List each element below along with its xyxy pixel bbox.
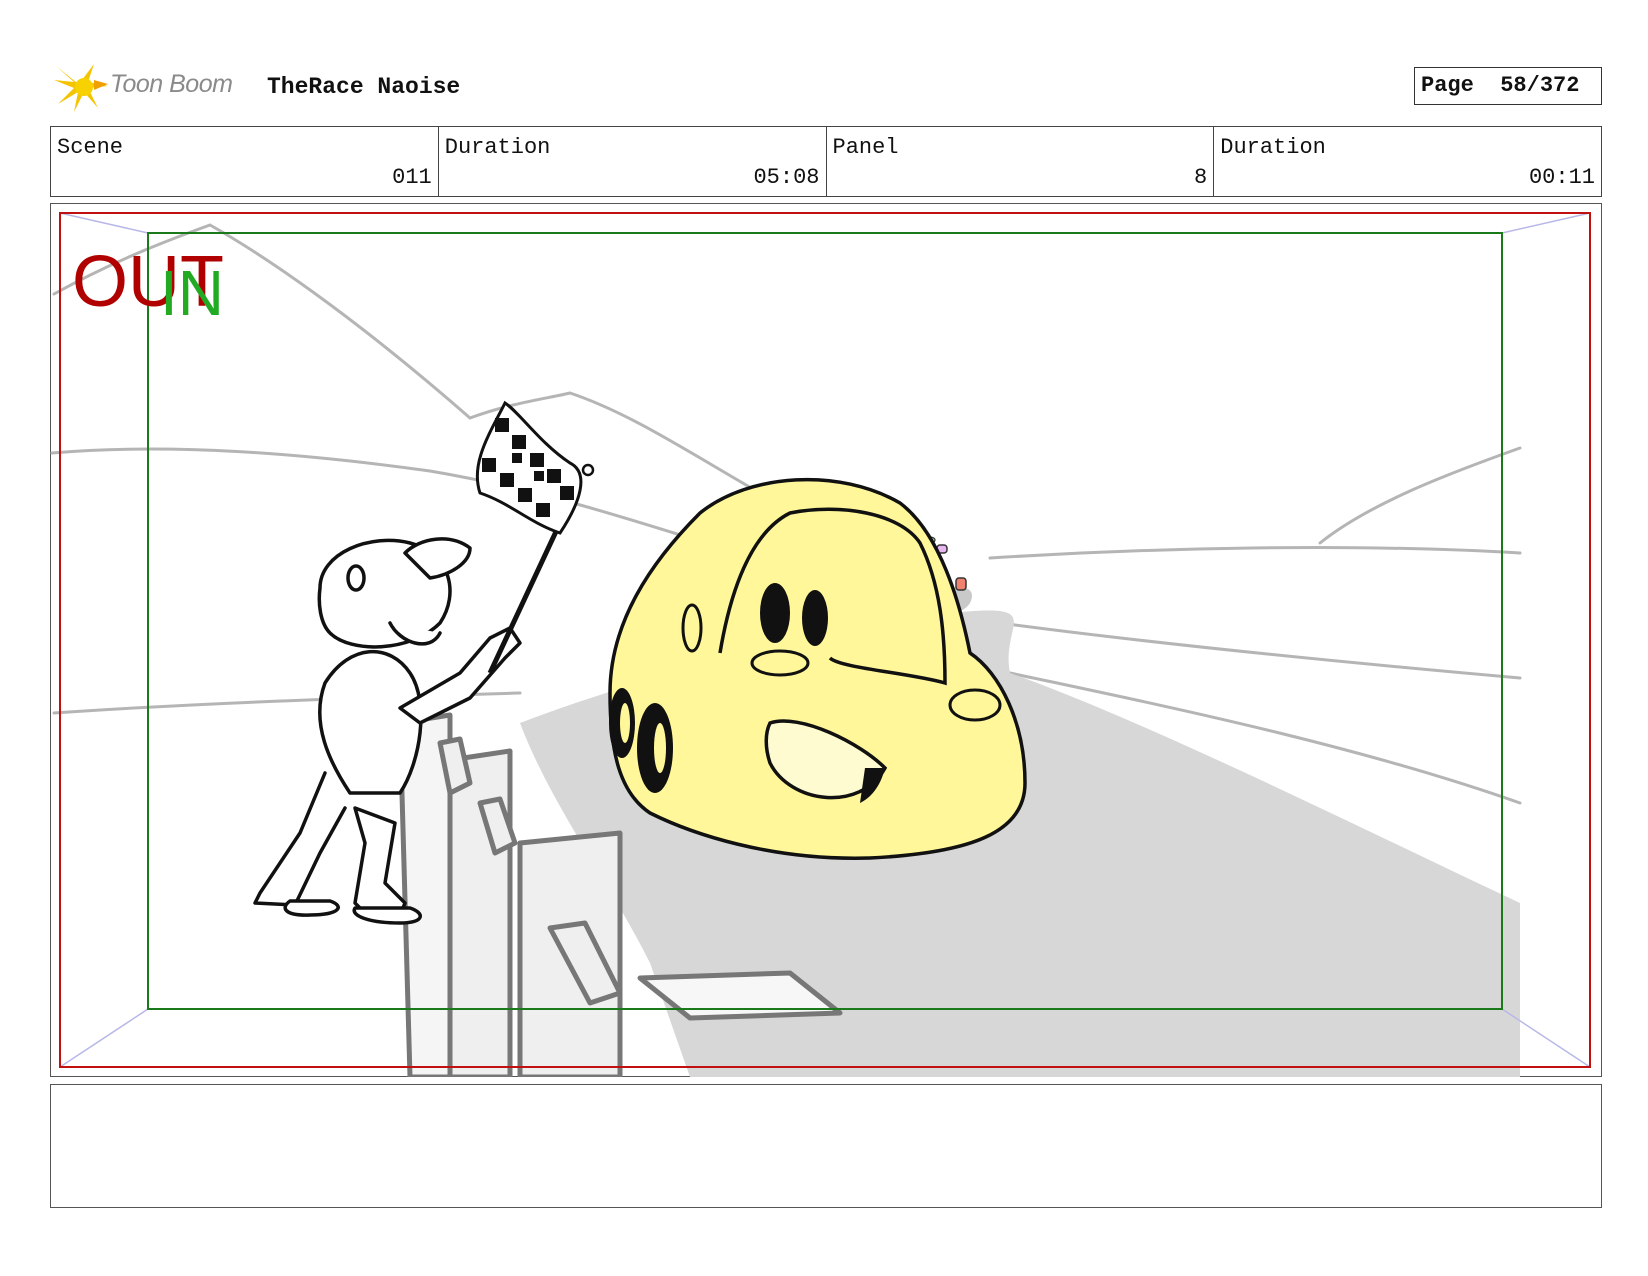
page-number: 58/372: [1500, 73, 1580, 98]
scene-duration-value: 05:08: [753, 165, 820, 190]
panel-duration-cell: Duration 00:11: [1214, 127, 1601, 196]
storyboard-header: Toon Boom TheRace Naoise Page 58/372: [50, 60, 1602, 116]
distant-car-red: [955, 577, 967, 591]
scene-duration-label: Duration: [444, 135, 551, 160]
scene-cell: Scene 011: [51, 127, 439, 196]
starburst-icon: [54, 64, 108, 112]
panel-drawing: OUT IN: [50, 212, 1591, 1077]
page-label: Page: [1421, 73, 1474, 98]
scene-duration-cell: Duration 05:08: [439, 127, 827, 196]
logo-text: Toon Boom: [110, 70, 233, 98]
panel-duration-label: Duration: [1220, 135, 1326, 160]
page-indicator: Page 58/372: [1414, 67, 1602, 105]
panel-duration-value: 00:11: [1528, 165, 1595, 190]
project-title: TheRace Naoise: [267, 74, 461, 100]
panel-label: Panel: [832, 135, 899, 160]
scene-info-table: Scene 011 Duration 05:08 Panel 8 Duratio…: [50, 126, 1602, 197]
scene-value: 011: [392, 165, 432, 190]
scene-label: Scene: [57, 135, 124, 160]
caption-box: [50, 1084, 1602, 1208]
yellow-car: [608, 477, 1027, 860]
panel-cell: Panel 8: [827, 127, 1215, 196]
checkered-flag: [475, 400, 595, 675]
in-label: IN: [160, 257, 224, 329]
panel-value: 8: [1194, 165, 1208, 190]
toon-boom-logo: Toon Boom: [54, 60, 254, 114]
